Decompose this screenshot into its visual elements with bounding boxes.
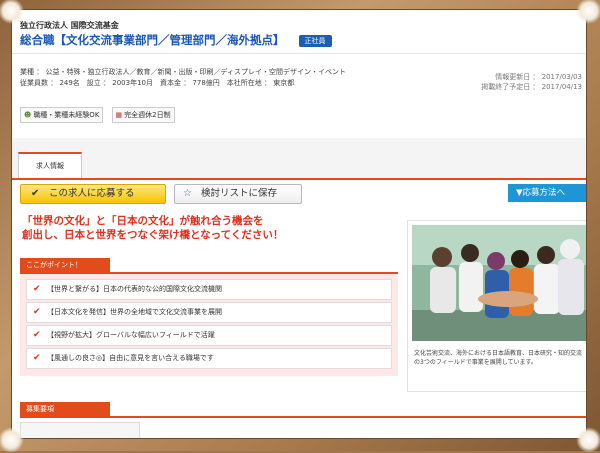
tag-label: 完全週休2日制 <box>124 111 171 119</box>
photo-box: 文化芸術交流、海外における日本語教育、日本研究・知的交流の3つのフィールドで事業… <box>407 220 586 392</box>
point-text: 【世界と繋がる】日本の代表的な公的国際文化交流機関 <box>47 285 222 293</box>
list-item: ✔ 【視野が拡大】グローバルな幅広いフィールドで活躍 <box>26 325 392 346</box>
apply-button-label: この求人に応募する <box>49 188 135 199</box>
tab-bar: 求人情報 <box>12 138 586 180</box>
recruitment-heading: 募集要項 <box>20 402 110 416</box>
tag-two-days-off: ▦ 完全週休2日制 <box>111 107 175 123</box>
check-icon: ✔ <box>33 284 41 294</box>
catch-copy-line2: 創出し、日本と世界をつなぐ架け橋となってください！ <box>22 229 284 241</box>
job-title-text: 総合職【文化交流事業部門／管理部門／海外拠点】 <box>20 33 285 47</box>
list-item: ✔ 【世界と繋がる】日本の代表的な公的国際文化交流機関 <box>26 279 392 300</box>
save-button-label: 検討リストに保存 <box>201 188 278 199</box>
photo-caption: 文化芸術交流、海外における日本語教育、日本研究・知的交流の3つのフィールドで事業… <box>414 350 583 366</box>
person-icon: ☻ <box>24 111 32 119</box>
point-text: 【日本文化を発信】世界の全地域で文化交流事業を展開 <box>47 308 222 316</box>
tag-inexperienced-ok: ☻ 職種・業種未経験OK <box>20 107 104 123</box>
job-header: 独立行政法人 国際交流基金 総合職【文化交流事業部門／管理部門／海外拠点】 正社… <box>12 10 586 100</box>
employment-type-badge: 正社員 <box>298 34 332 47</box>
tab-job-info[interactable]: 求人情報 <box>18 152 82 178</box>
corner-decoration <box>576 0 600 24</box>
list-item: ✔ 【風通しの良さ◎】自由に意見を言い合える職場です <box>26 348 392 369</box>
corner-decoration <box>576 427 600 453</box>
catch-copy-line1: 「世界の文化」と「日本の文化」が触れ合う機会を <box>22 215 264 227</box>
list-item: ✔ 【日本文化を発信】世界の全地域で文化交流事業を展開 <box>26 302 392 323</box>
point-text: 【視野が拡大】グローバルな幅広いフィールドで活躍 <box>47 331 215 339</box>
tag-label: 職種・業種未経験OK <box>33 111 100 119</box>
company-name: 独立行政法人 国際交流基金 <box>20 21 119 30</box>
header-divider <box>12 53 586 54</box>
job-title: 総合職【文化交流事業部門／管理部門／海外拠点】 正社員 <box>20 32 332 48</box>
point-text: 【風通しの良さ◎】自由に意見を言い合える職場です <box>47 354 214 362</box>
catch-copy: 「世界の文化」と「日本の文化」が触れ合う機会を 創出し、日本と世界をつなぐ架け橋… <box>22 214 283 242</box>
star-icon: ☆ <box>183 188 192 199</box>
application-method-link[interactable]: ▼応募方法へ <box>508 184 586 202</box>
recruitment-divider <box>20 416 586 418</box>
group-photo <box>412 225 586 341</box>
apply-button[interactable]: ✔ この求人に応募する <box>20 184 166 204</box>
end-date: 掲載終了予定日 ： 2017/04/13 <box>481 83 582 91</box>
check-icon: ✔ <box>33 307 41 317</box>
calendar-icon: ▦ <box>115 111 123 119</box>
check-icon: ✔ <box>33 330 41 340</box>
recruitment-details-box <box>20 422 140 438</box>
check-icon: ✔ <box>33 353 41 363</box>
points-heading: ここがポイント！ <box>20 258 110 272</box>
points-list: ✔ 【世界と繋がる】日本の代表的な公的国際文化交流機関 ✔ 【日本文化を発信】世界の… <box>20 272 398 376</box>
photo-frame: 独立行政法人 国際交流基金 総合職【文化交流事業部門／管理部門／海外拠点】 正社… <box>0 0 600 453</box>
check-icon: ✔ <box>31 188 40 199</box>
save-to-list-button[interactable]: ☆ 検討リストに保存 <box>174 184 302 204</box>
corner-decoration <box>0 427 24 453</box>
job-posting-page: 独立行政法人 国際交流基金 総合職【文化交流事業部門／管理部門／海外拠点】 正社… <box>12 10 586 438</box>
updated-date: 情報更新日 ： 2017/03/03 <box>495 73 582 81</box>
feature-tags: ☻ 職種・業種未経験OK ▦ 完全週休2日制 <box>20 102 178 123</box>
corner-decoration <box>0 0 24 24</box>
company-info: 従業員数 ： 249名 設立 ： 2003年10月 資本金 ： 778億円 本社… <box>20 79 295 87</box>
industry-info: 業種 ： 公益・特殊・独立行政法人／教育／新聞・出版・印刷／ディスプレイ・空間デ… <box>20 68 346 76</box>
group-photo-illustration <box>412 225 586 341</box>
